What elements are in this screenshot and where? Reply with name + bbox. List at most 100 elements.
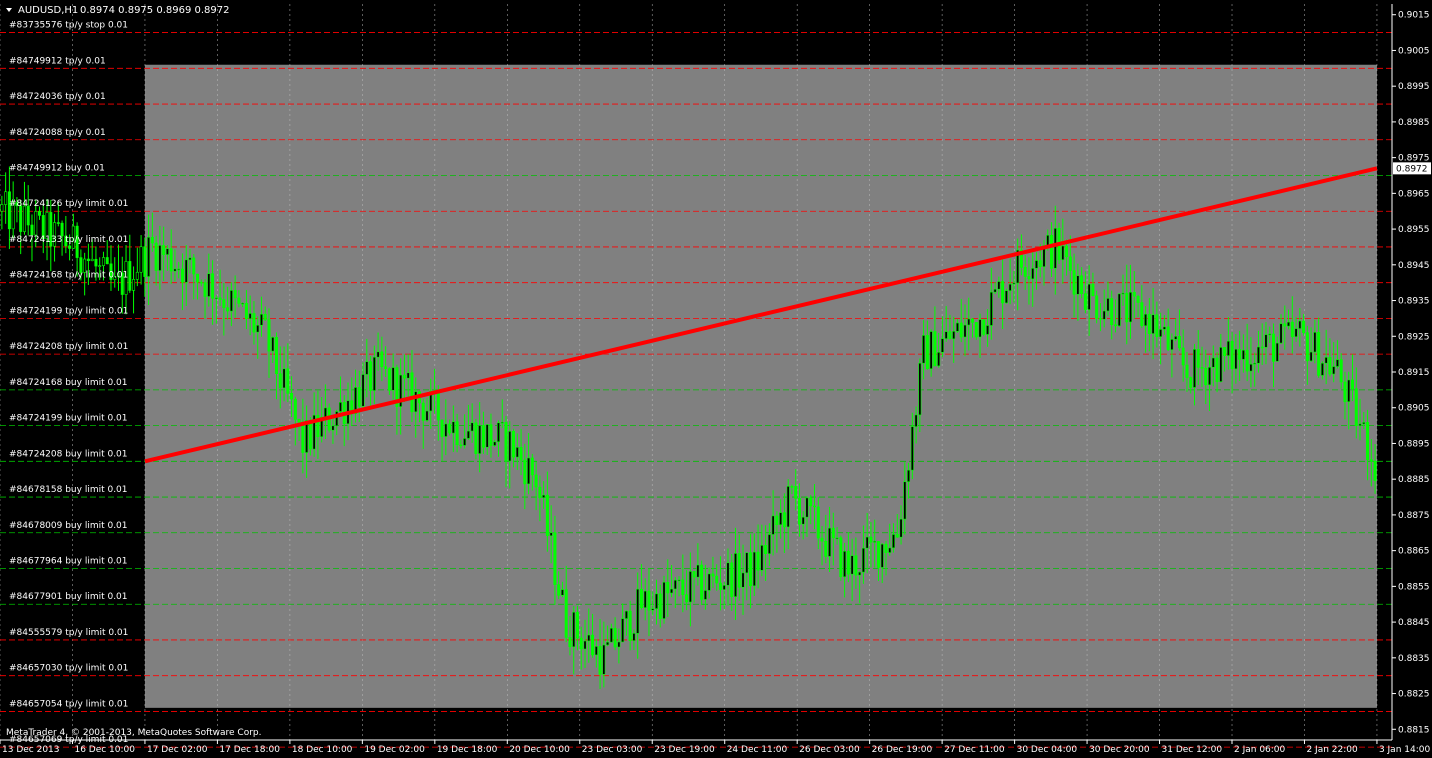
candle-body	[1279, 323, 1283, 344]
time-tick-label: 30 Dec 20:00	[1089, 745, 1150, 755]
candle-body	[259, 313, 263, 326]
candle-body	[436, 391, 440, 421]
candle-body	[19, 205, 23, 232]
candle-body	[1129, 291, 1133, 323]
price-tick-label: 0.8815	[1398, 725, 1430, 735]
price-tick-label: 0.8925	[1398, 332, 1430, 342]
candle-body	[4, 191, 8, 205]
candle-body	[1320, 362, 1324, 376]
candle-body	[1354, 388, 1358, 426]
candle-body	[248, 313, 252, 319]
candle-body	[444, 423, 448, 437]
candle-body	[1136, 295, 1140, 303]
candle-body	[504, 422, 508, 462]
price-tick-label: 0.8905	[1398, 404, 1430, 414]
price-tick-label: 0.8875	[1398, 511, 1430, 521]
candle-body	[560, 589, 564, 596]
candle-body	[1215, 357, 1219, 382]
candle-body	[1328, 357, 1332, 375]
time-tick-label: 30 Dec 04:00	[1017, 745, 1078, 755]
candle-body	[196, 273, 200, 283]
candle-body	[293, 398, 297, 420]
candle-body	[1132, 291, 1136, 297]
candle-body	[831, 527, 835, 539]
candle-body	[1181, 347, 1185, 366]
candle-body	[402, 374, 406, 379]
price-tick-label: 0.8945	[1398, 261, 1430, 271]
order-label: #84724168 tp/y limit 0.01	[9, 271, 128, 281]
candle-body	[922, 335, 926, 364]
price-tick-label: 0.9015	[1398, 11, 1430, 21]
candle-body	[421, 402, 425, 421]
time-tick-label: 18 Dec 10:00	[292, 745, 353, 755]
candle-body	[786, 486, 790, 528]
candle-body	[357, 387, 361, 407]
candle-body	[331, 425, 335, 431]
candle-body	[594, 646, 598, 656]
candle-body	[880, 543, 884, 568]
candle-body	[158, 245, 162, 271]
time-tick-label: 26 Dec 03:00	[799, 745, 860, 755]
candle-body	[1335, 359, 1339, 367]
candle-body	[1362, 422, 1366, 425]
candle-body	[143, 246, 147, 277]
candle-body	[1275, 342, 1279, 362]
price-tick-label: 0.8985	[1398, 118, 1430, 128]
candle-body	[508, 431, 512, 462]
candle-body	[1072, 270, 1076, 295]
candle-body	[184, 259, 188, 283]
candle-body	[1324, 357, 1328, 364]
price-chart[interactable]: #83735576 tp/y stop 0.01 #84749912 tp/y 0…	[0, 0, 1432, 758]
candle-body	[38, 211, 42, 216]
candle-body	[658, 593, 662, 619]
candle-body	[1023, 267, 1027, 277]
candle-body	[147, 236, 151, 277]
candle-body	[1125, 292, 1129, 323]
time-tick-label: 17 Dec 02:00	[147, 745, 208, 755]
candle-body	[711, 573, 715, 577]
candle-body	[1117, 293, 1121, 327]
candle-body	[621, 618, 625, 643]
candle-body	[606, 641, 610, 646]
candle-body	[737, 553, 741, 588]
candle-body	[308, 420, 312, 450]
candle-body	[286, 368, 290, 394]
candle-body	[1339, 359, 1343, 383]
candle-body	[56, 222, 60, 224]
candle-body	[241, 302, 245, 305]
candle-body	[1076, 275, 1080, 295]
candle-body	[1166, 326, 1170, 351]
candle-body	[448, 423, 452, 434]
candle-body	[583, 640, 587, 650]
candle-body	[1174, 336, 1178, 340]
candle-body	[1249, 363, 1253, 372]
price-tick-label: 0.8965	[1398, 189, 1430, 199]
candle-body	[542, 494, 546, 499]
candle-body	[267, 319, 271, 352]
candle-body	[169, 248, 173, 272]
candle-body	[86, 258, 90, 261]
candle-body	[188, 257, 192, 261]
candle-body	[290, 393, 294, 400]
order-label: #84657030 tp/y limit 0.01	[9, 664, 128, 674]
candle-body	[677, 579, 681, 582]
candle-body	[361, 374, 365, 407]
candle-body	[425, 410, 429, 421]
time-tick-label: 19 Dec 02:00	[364, 745, 425, 755]
candle-body	[30, 224, 34, 236]
candle-body	[647, 590, 651, 611]
candle-body	[779, 512, 783, 526]
candle-body	[1358, 423, 1362, 426]
candle-body	[214, 297, 218, 300]
candle-body	[839, 537, 843, 578]
candle-body	[1245, 349, 1249, 372]
candle-body	[1294, 328, 1298, 338]
candle-body	[252, 313, 256, 333]
price-tick-label: 0.8995	[1398, 82, 1430, 92]
candle-body	[1208, 366, 1212, 386]
time-tick-label: 16 Dec 10:00	[74, 745, 135, 755]
candle-body	[835, 537, 839, 540]
candle-body	[207, 273, 211, 297]
order-label: #84724133 tp/y limit 0.01	[9, 235, 128, 245]
candle-body	[1313, 332, 1317, 353]
